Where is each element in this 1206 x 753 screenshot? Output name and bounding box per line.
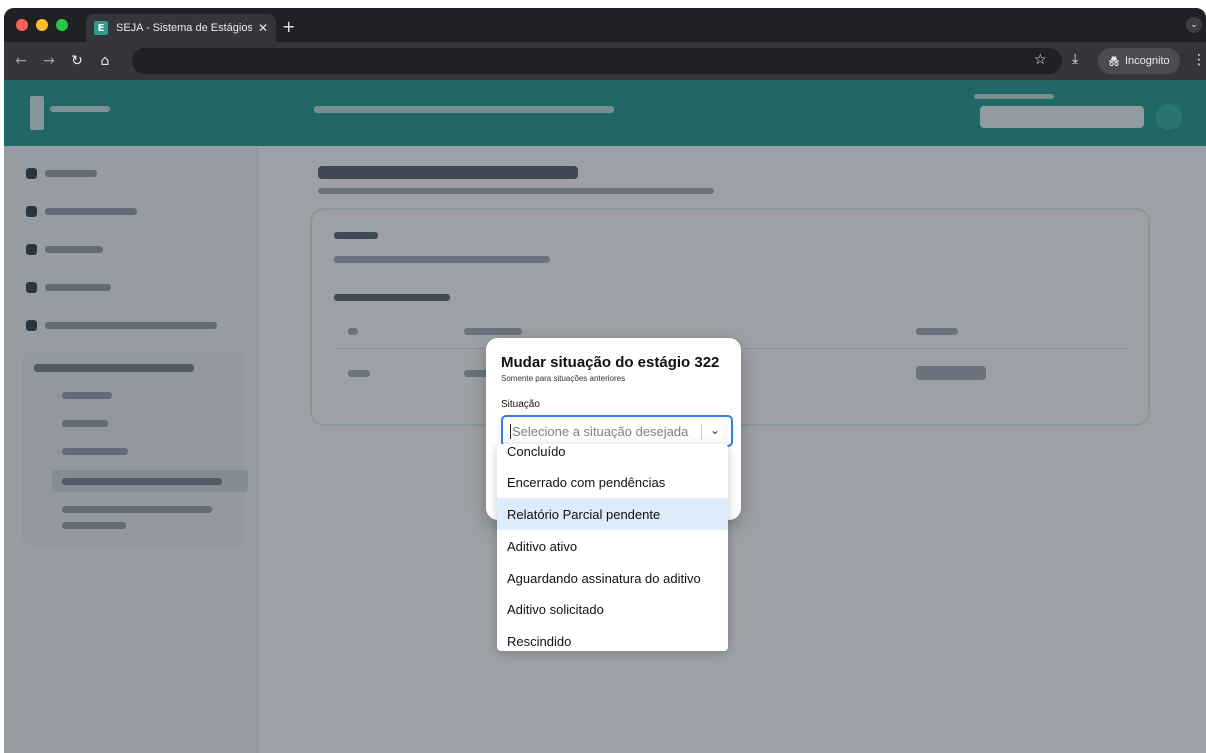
dropdown-option[interactable]: Rescindido (497, 625, 728, 651)
favicon-icon: E (94, 21, 108, 35)
address-bar[interactable] (132, 48, 1062, 74)
incognito-button[interactable]: Incognito (1098, 48, 1180, 74)
forward-icon[interactable]: → (38, 53, 60, 69)
tab-strip: E SEJA - Sistema de Estágios e ✕ + ⌄ (4, 8, 1206, 42)
browser-tab[interactable]: E SEJA - Sistema de Estágios e ✕ (86, 14, 276, 42)
browser-toolbar: ← → ↻ ⌂ ☆ ⤓ Incognito ⋮ (4, 42, 1206, 80)
tab-search-icon[interactable]: ⌄ (1186, 17, 1202, 33)
status-field-label: Situação (501, 399, 540, 410)
browser-window: E SEJA - Sistema de Estágios e ✕ + ⌄ ← →… (4, 8, 1206, 753)
status-select[interactable]: Selecione a situação desejada ⌄ (501, 415, 733, 447)
maximize-window-button[interactable] (56, 19, 68, 31)
dropdown-option-highlighted[interactable]: Relatório Parcial pendente (497, 498, 728, 530)
status-select-placeholder: Selecione a situação desejada (510, 423, 689, 439)
close-tab-icon[interactable]: ✕ (258, 21, 268, 35)
minimize-window-button[interactable] (36, 19, 48, 31)
dropdown-option[interactable]: Aditivo solicitado (497, 593, 728, 625)
dialog-subtitle: Somente para situações anteriores (501, 374, 626, 383)
incognito-icon (1109, 56, 1119, 67)
dropdown-option[interactable]: Aditivo ativo (497, 530, 728, 562)
back-icon[interactable]: ← (10, 53, 32, 69)
home-icon[interactable]: ⌂ (94, 53, 116, 69)
tab-title: SEJA - Sistema de Estágios e (116, 22, 252, 34)
status-dropdown-menu: Concluído Encerrado com pendências Relat… (497, 444, 728, 651)
dialog-title: Mudar situação do estágio 322 (501, 354, 720, 371)
web-page: Mudar situação do estágio 322 Somente pa… (4, 80, 1206, 753)
chevron-down-icon[interactable]: ⌄ (710, 423, 720, 437)
select-separator (701, 424, 702, 440)
download-icon[interactable]: ⤓ (1072, 51, 1078, 67)
new-tab-button[interactable]: + (282, 17, 295, 36)
close-window-button[interactable] (16, 19, 28, 31)
dropdown-option[interactable]: Concluído (497, 444, 728, 467)
dropdown-option[interactable]: Encerrado com pendências (497, 466, 728, 498)
incognito-label: Incognito (1125, 55, 1170, 67)
star-icon[interactable]: ☆ (1034, 52, 1047, 68)
menu-icon[interactable]: ⋮ (1192, 52, 1206, 68)
reload-icon[interactable]: ↻ (66, 53, 88, 69)
dropdown-option[interactable]: Aguardando assinatura do aditivo (497, 562, 728, 594)
